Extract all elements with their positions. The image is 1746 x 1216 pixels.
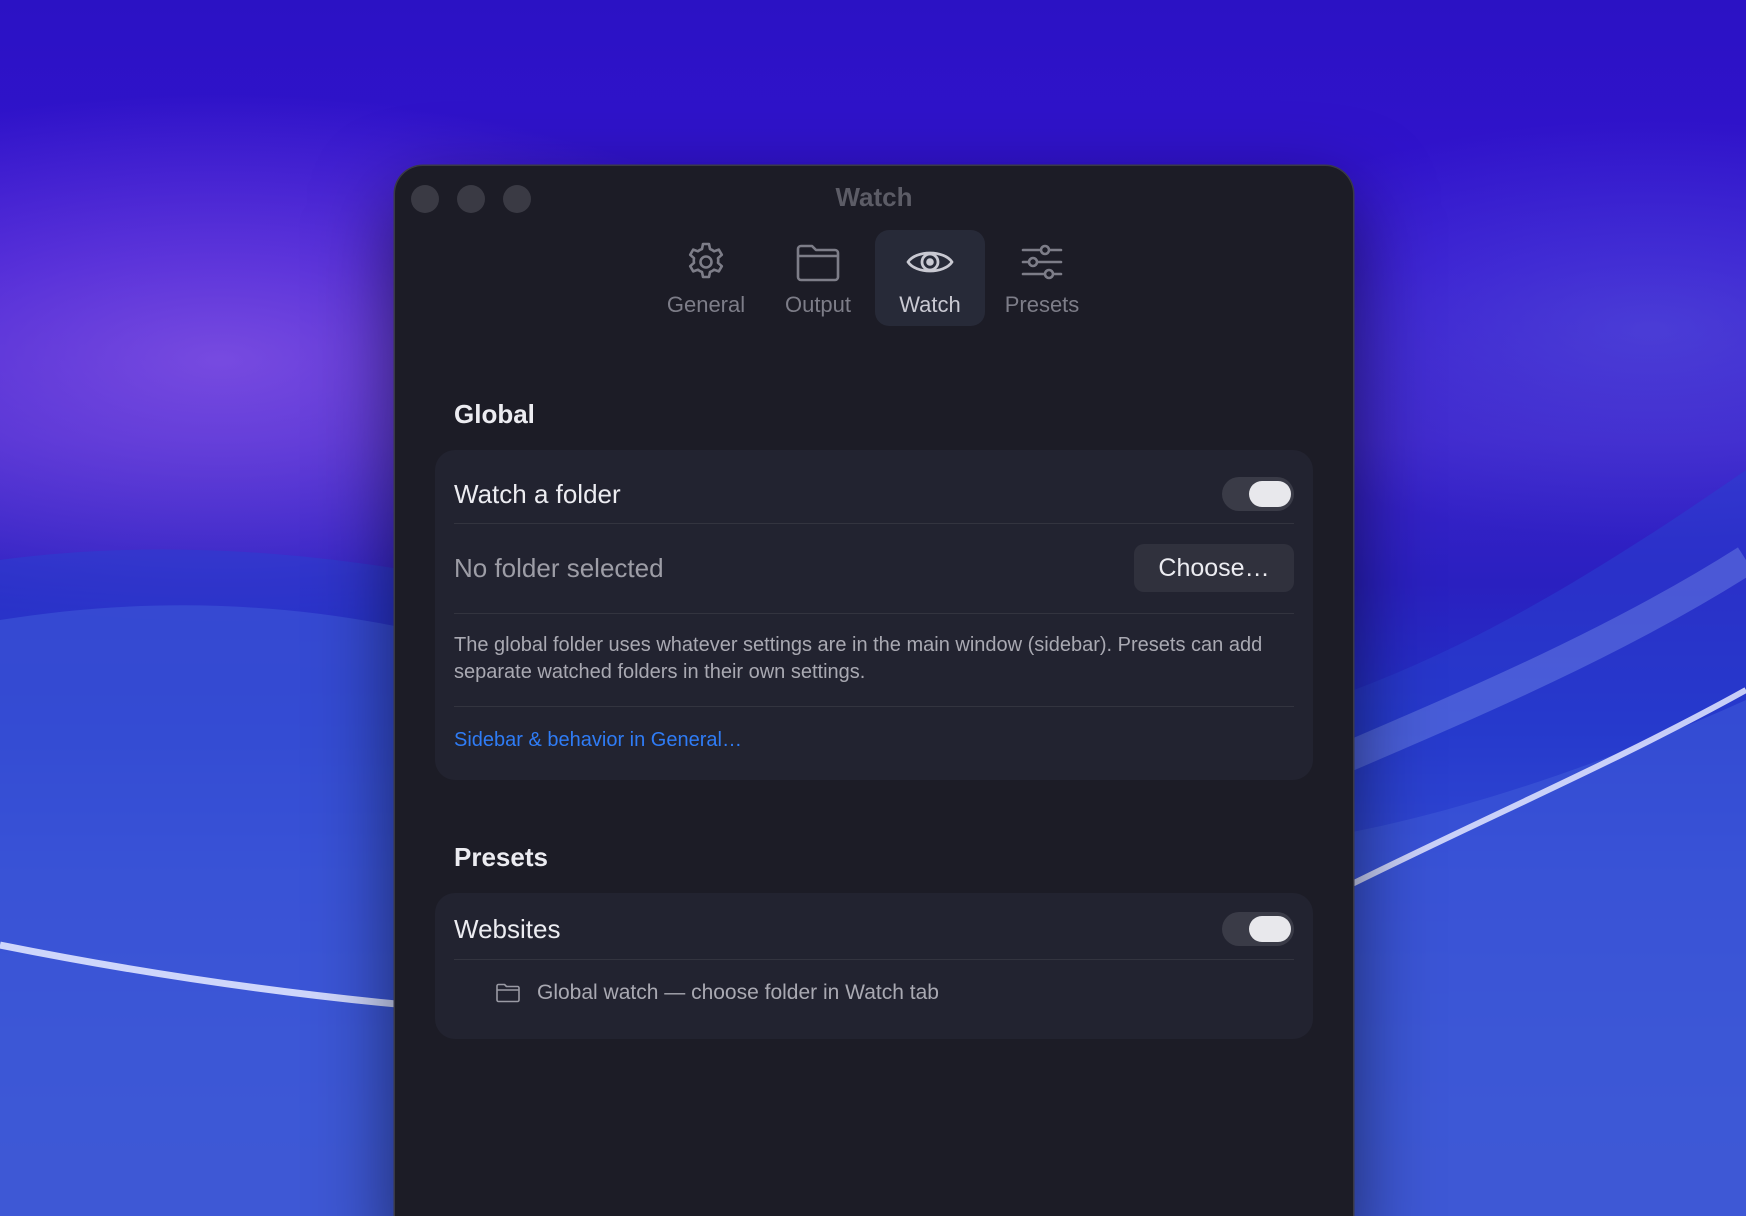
preset-folder-info: Global watch — choose folder in Watch ta… xyxy=(495,981,939,1005)
preferences-window: Watch General Output Watch Presets Globa… xyxy=(395,166,1353,1216)
preset-folder-detail: Global watch — choose folder in Watch ta… xyxy=(537,981,939,1004)
tab-label: Presets xyxy=(1004,292,1080,317)
preset-name: Websites xyxy=(454,913,561,944)
general-settings-link[interactable]: Sidebar & behavior in General… xyxy=(454,729,742,752)
divider xyxy=(454,613,1294,614)
toggle-knob xyxy=(1249,916,1291,942)
section-title-presets: Presets xyxy=(454,842,548,872)
tab-presets[interactable]: Presets xyxy=(987,230,1097,326)
section-title-global: Global xyxy=(454,399,535,429)
folder-status-row: No folder selected Choose… xyxy=(454,544,1294,592)
toggle-knob xyxy=(1249,481,1291,507)
divider xyxy=(454,706,1294,707)
preset-row: Websites xyxy=(454,907,1294,951)
toolbar-tabs: General Output Watch Presets xyxy=(395,230,1353,326)
tab-label: Watch xyxy=(899,292,961,317)
eye-icon xyxy=(906,251,954,273)
folder-icon xyxy=(496,983,520,1003)
window-title: Watch xyxy=(835,182,913,212)
watch-folder-toggle[interactable] xyxy=(1222,477,1294,511)
global-description: The global folder uses whatever settings… xyxy=(454,634,1263,683)
tab-general[interactable]: General xyxy=(651,230,761,326)
gear-icon xyxy=(688,242,724,279)
tab-label: Output xyxy=(784,292,852,317)
global-card: Watch a folder No folder selected Choose… xyxy=(435,450,1313,780)
tab-label: General xyxy=(666,292,746,317)
sliders-icon xyxy=(1021,244,1063,280)
divider xyxy=(454,959,1294,960)
preset-watch-toggle[interactable] xyxy=(1222,912,1294,946)
tab-output[interactable]: Output xyxy=(763,230,873,326)
presets-card: Websites Global watch — choose folder in… xyxy=(435,893,1313,1039)
folder-icon xyxy=(796,244,840,282)
folder-status: No folder selected xyxy=(454,552,664,583)
choose-folder-button[interactable]: Choose… xyxy=(1134,544,1294,592)
watch-folder-label: Watch a folder xyxy=(454,478,621,509)
divider xyxy=(454,523,1294,524)
watch-folder-row: Watch a folder xyxy=(454,472,1294,516)
tab-watch[interactable]: Watch xyxy=(875,230,985,326)
